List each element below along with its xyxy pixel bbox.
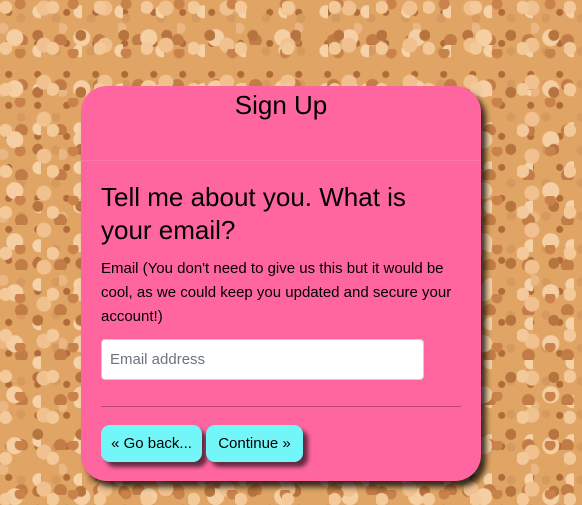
email-input[interactable] xyxy=(101,339,424,380)
signup-card: Sign Up Tell me about you. What is your … xyxy=(81,86,481,481)
go-back-button[interactable]: « Go back... xyxy=(101,425,202,462)
email-label: Email (You don't need to give us this bu… xyxy=(101,260,452,325)
header-divider xyxy=(81,160,481,161)
card-title: Sign Up xyxy=(234,90,328,120)
continue-button[interactable]: Continue » xyxy=(206,425,303,462)
question-heading: Tell me about you. What is your email? xyxy=(101,182,406,245)
footer-divider xyxy=(101,406,461,407)
